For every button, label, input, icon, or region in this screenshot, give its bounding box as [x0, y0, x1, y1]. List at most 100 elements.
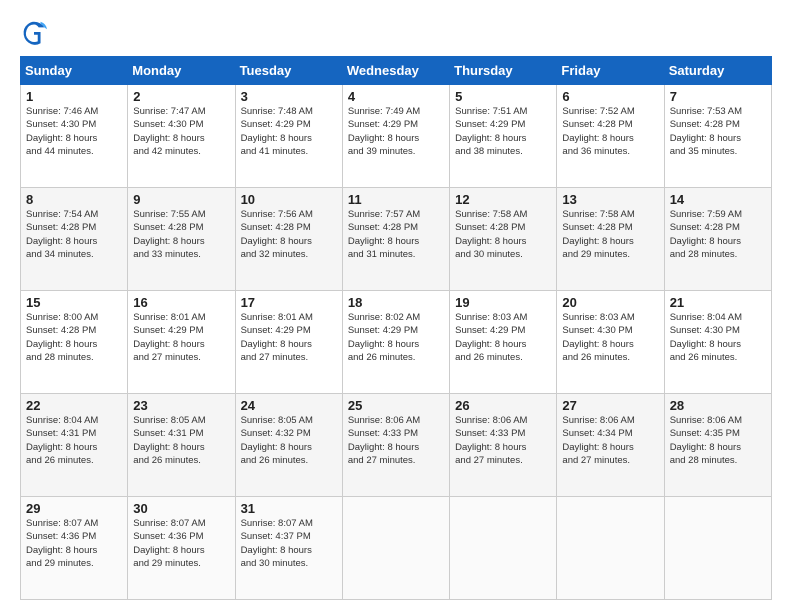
day-number: 15 — [26, 295, 122, 310]
calendar-cell: 3Sunrise: 7:48 AM Sunset: 4:29 PM Daylig… — [235, 85, 342, 188]
week-row-2: 8Sunrise: 7:54 AM Sunset: 4:28 PM Daylig… — [21, 188, 772, 291]
cell-info: Sunrise: 7:58 AM Sunset: 4:28 PM Dayligh… — [455, 208, 551, 261]
day-number: 12 — [455, 192, 551, 207]
cell-info: Sunrise: 8:03 AM Sunset: 4:30 PM Dayligh… — [562, 311, 658, 364]
calendar-table: SundayMondayTuesdayWednesdayThursdayFrid… — [20, 56, 772, 600]
day-number: 9 — [133, 192, 229, 207]
cell-info: Sunrise: 7:56 AM Sunset: 4:28 PM Dayligh… — [241, 208, 337, 261]
cell-info: Sunrise: 7:53 AM Sunset: 4:28 PM Dayligh… — [670, 105, 766, 158]
cell-info: Sunrise: 7:59 AM Sunset: 4:28 PM Dayligh… — [670, 208, 766, 261]
calendar-cell: 2Sunrise: 7:47 AM Sunset: 4:30 PM Daylig… — [128, 85, 235, 188]
calendar-cell: 1Sunrise: 7:46 AM Sunset: 4:30 PM Daylig… — [21, 85, 128, 188]
calendar-cell: 5Sunrise: 7:51 AM Sunset: 4:29 PM Daylig… — [450, 85, 557, 188]
day-number: 4 — [348, 89, 444, 104]
calendar-cell: 17Sunrise: 8:01 AM Sunset: 4:29 PM Dayli… — [235, 291, 342, 394]
day-number: 6 — [562, 89, 658, 104]
day-number: 8 — [26, 192, 122, 207]
calendar-cell: 29Sunrise: 8:07 AM Sunset: 4:36 PM Dayli… — [21, 497, 128, 600]
day-number: 3 — [241, 89, 337, 104]
cell-info: Sunrise: 8:01 AM Sunset: 4:29 PM Dayligh… — [133, 311, 229, 364]
day-number: 28 — [670, 398, 766, 413]
day-number: 10 — [241, 192, 337, 207]
cell-info: Sunrise: 7:54 AM Sunset: 4:28 PM Dayligh… — [26, 208, 122, 261]
day-number: 5 — [455, 89, 551, 104]
calendar-cell: 20Sunrise: 8:03 AM Sunset: 4:30 PM Dayli… — [557, 291, 664, 394]
day-number: 7 — [670, 89, 766, 104]
calendar-cell: 19Sunrise: 8:03 AM Sunset: 4:29 PM Dayli… — [450, 291, 557, 394]
calendar-cell: 30Sunrise: 8:07 AM Sunset: 4:36 PM Dayli… — [128, 497, 235, 600]
calendar-cell: 28Sunrise: 8:06 AM Sunset: 4:35 PM Dayli… — [664, 394, 771, 497]
cell-info: Sunrise: 8:02 AM Sunset: 4:29 PM Dayligh… — [348, 311, 444, 364]
week-row-3: 15Sunrise: 8:00 AM Sunset: 4:28 PM Dayli… — [21, 291, 772, 394]
col-header-thursday: Thursday — [450, 57, 557, 85]
day-number: 19 — [455, 295, 551, 310]
cell-info: Sunrise: 7:49 AM Sunset: 4:29 PM Dayligh… — [348, 105, 444, 158]
week-row-5: 29Sunrise: 8:07 AM Sunset: 4:36 PM Dayli… — [21, 497, 772, 600]
day-number: 11 — [348, 192, 444, 207]
day-number: 27 — [562, 398, 658, 413]
cell-info: Sunrise: 8:05 AM Sunset: 4:31 PM Dayligh… — [133, 414, 229, 467]
page: SundayMondayTuesdayWednesdayThursdayFrid… — [0, 0, 792, 612]
day-number: 25 — [348, 398, 444, 413]
cell-info: Sunrise: 7:52 AM Sunset: 4:28 PM Dayligh… — [562, 105, 658, 158]
calendar-cell: 15Sunrise: 8:00 AM Sunset: 4:28 PM Dayli… — [21, 291, 128, 394]
calendar-cell: 26Sunrise: 8:06 AM Sunset: 4:33 PM Dayli… — [450, 394, 557, 497]
cell-info: Sunrise: 7:51 AM Sunset: 4:29 PM Dayligh… — [455, 105, 551, 158]
cell-info: Sunrise: 7:58 AM Sunset: 4:28 PM Dayligh… — [562, 208, 658, 261]
calendar-cell: 14Sunrise: 7:59 AM Sunset: 4:28 PM Dayli… — [664, 188, 771, 291]
day-number: 26 — [455, 398, 551, 413]
day-number: 20 — [562, 295, 658, 310]
day-number: 23 — [133, 398, 229, 413]
calendar-cell: 16Sunrise: 8:01 AM Sunset: 4:29 PM Dayli… — [128, 291, 235, 394]
cell-info: Sunrise: 7:55 AM Sunset: 4:28 PM Dayligh… — [133, 208, 229, 261]
calendar-cell: 23Sunrise: 8:05 AM Sunset: 4:31 PM Dayli… — [128, 394, 235, 497]
col-header-tuesday: Tuesday — [235, 57, 342, 85]
calendar-cell: 13Sunrise: 7:58 AM Sunset: 4:28 PM Dayli… — [557, 188, 664, 291]
col-header-wednesday: Wednesday — [342, 57, 449, 85]
col-header-friday: Friday — [557, 57, 664, 85]
calendar-cell: 9Sunrise: 7:55 AM Sunset: 4:28 PM Daylig… — [128, 188, 235, 291]
logo — [20, 18, 52, 46]
logo-icon — [20, 18, 48, 46]
cell-info: Sunrise: 7:46 AM Sunset: 4:30 PM Dayligh… — [26, 105, 122, 158]
calendar-cell: 10Sunrise: 7:56 AM Sunset: 4:28 PM Dayli… — [235, 188, 342, 291]
cell-info: Sunrise: 8:07 AM Sunset: 4:37 PM Dayligh… — [241, 517, 337, 570]
cell-info: Sunrise: 8:03 AM Sunset: 4:29 PM Dayligh… — [455, 311, 551, 364]
day-number: 21 — [670, 295, 766, 310]
calendar-cell — [450, 497, 557, 600]
cell-info: Sunrise: 8:05 AM Sunset: 4:32 PM Dayligh… — [241, 414, 337, 467]
cell-info: Sunrise: 7:47 AM Sunset: 4:30 PM Dayligh… — [133, 105, 229, 158]
calendar-cell: 21Sunrise: 8:04 AM Sunset: 4:30 PM Dayli… — [664, 291, 771, 394]
cell-info: Sunrise: 8:07 AM Sunset: 4:36 PM Dayligh… — [26, 517, 122, 570]
cell-info: Sunrise: 8:01 AM Sunset: 4:29 PM Dayligh… — [241, 311, 337, 364]
cell-info: Sunrise: 7:57 AM Sunset: 4:28 PM Dayligh… — [348, 208, 444, 261]
day-number: 14 — [670, 192, 766, 207]
day-number: 24 — [241, 398, 337, 413]
calendar-cell — [557, 497, 664, 600]
calendar-cell: 22Sunrise: 8:04 AM Sunset: 4:31 PM Dayli… — [21, 394, 128, 497]
calendar-cell: 11Sunrise: 7:57 AM Sunset: 4:28 PM Dayli… — [342, 188, 449, 291]
day-number: 29 — [26, 501, 122, 516]
calendar-cell: 6Sunrise: 7:52 AM Sunset: 4:28 PM Daylig… — [557, 85, 664, 188]
cell-info: Sunrise: 8:04 AM Sunset: 4:31 PM Dayligh… — [26, 414, 122, 467]
day-number: 1 — [26, 89, 122, 104]
cell-info: Sunrise: 8:06 AM Sunset: 4:33 PM Dayligh… — [455, 414, 551, 467]
col-header-saturday: Saturday — [664, 57, 771, 85]
cell-info: Sunrise: 8:06 AM Sunset: 4:34 PM Dayligh… — [562, 414, 658, 467]
day-number: 30 — [133, 501, 229, 516]
calendar-cell: 4Sunrise: 7:49 AM Sunset: 4:29 PM Daylig… — [342, 85, 449, 188]
calendar-cell — [664, 497, 771, 600]
week-row-1: 1Sunrise: 7:46 AM Sunset: 4:30 PM Daylig… — [21, 85, 772, 188]
day-number: 18 — [348, 295, 444, 310]
calendar-cell: 8Sunrise: 7:54 AM Sunset: 4:28 PM Daylig… — [21, 188, 128, 291]
day-number: 2 — [133, 89, 229, 104]
cell-info: Sunrise: 8:04 AM Sunset: 4:30 PM Dayligh… — [670, 311, 766, 364]
cell-info: Sunrise: 8:06 AM Sunset: 4:33 PM Dayligh… — [348, 414, 444, 467]
col-header-sunday: Sunday — [21, 57, 128, 85]
day-number: 16 — [133, 295, 229, 310]
calendar-cell: 7Sunrise: 7:53 AM Sunset: 4:28 PM Daylig… — [664, 85, 771, 188]
calendar-cell: 18Sunrise: 8:02 AM Sunset: 4:29 PM Dayli… — [342, 291, 449, 394]
day-number: 13 — [562, 192, 658, 207]
calendar-cell — [342, 497, 449, 600]
cell-info: Sunrise: 7:48 AM Sunset: 4:29 PM Dayligh… — [241, 105, 337, 158]
